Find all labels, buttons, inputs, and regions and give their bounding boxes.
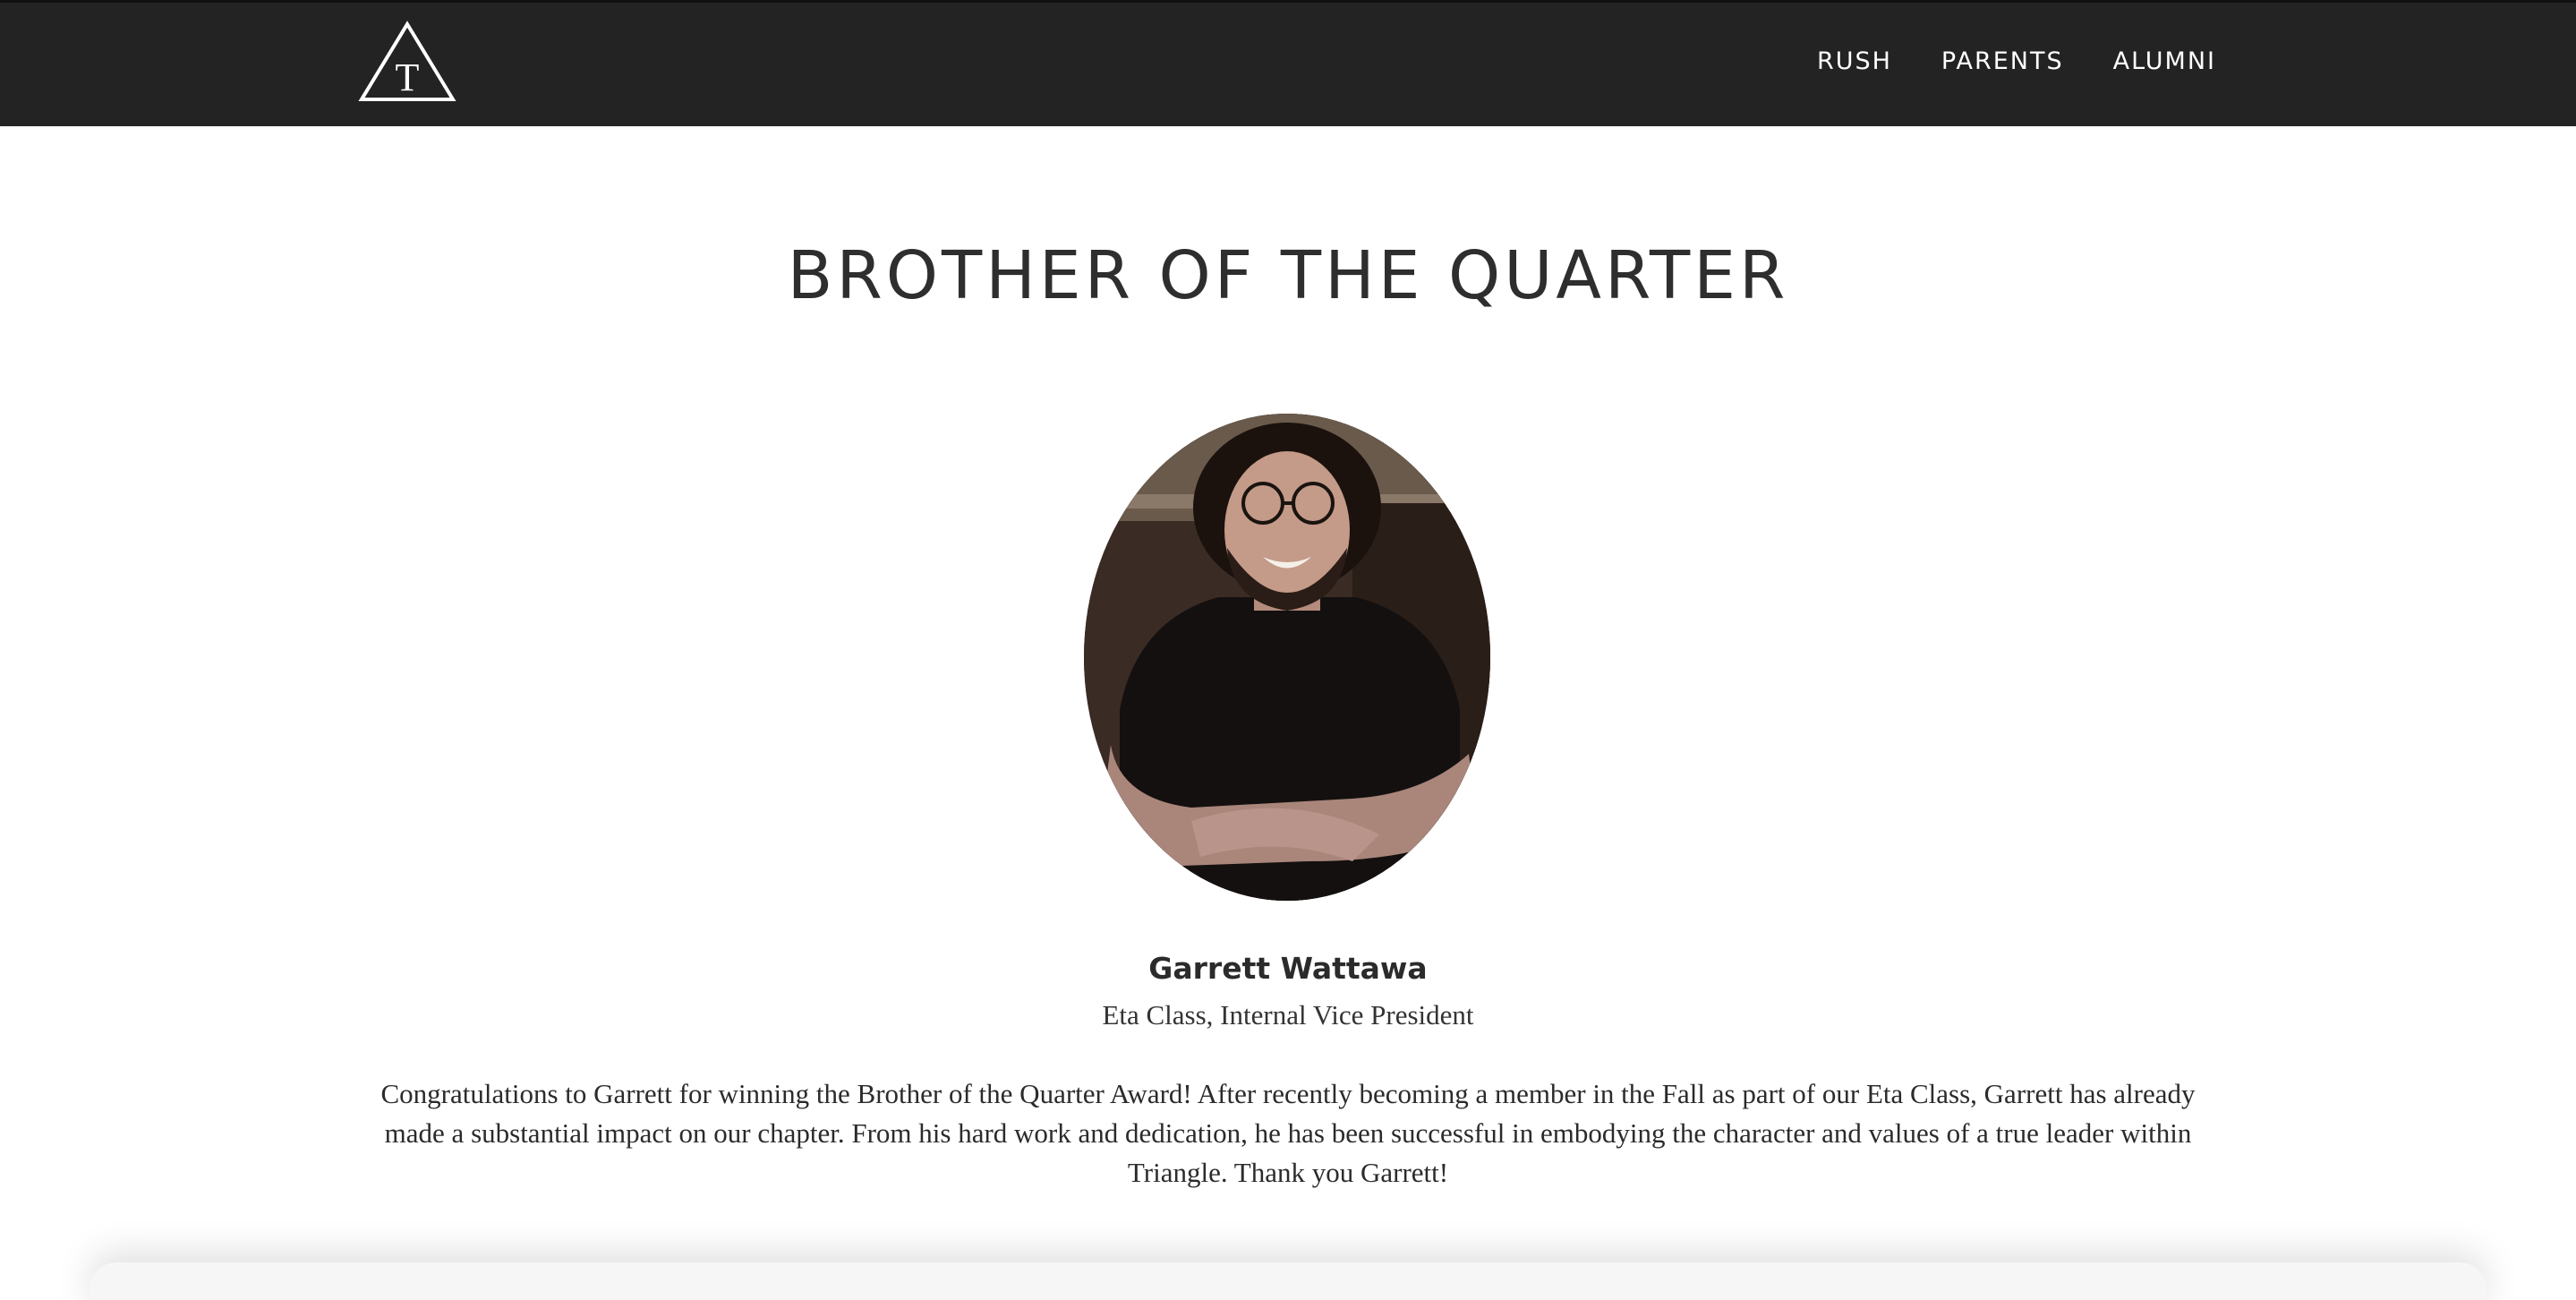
brother-name: Garrett Wattawa (1148, 951, 1428, 986)
logo-letter: T (396, 56, 420, 99)
nav-link-alumni[interactable]: ALUMNI (2113, 47, 2216, 75)
brother-role: Eta Class, Internal Vice President (1102, 999, 1474, 1031)
nav-link-parents[interactable]: PARENTS (1941, 47, 2064, 75)
next-section-edge (90, 1262, 2486, 1300)
nav-menu: RUSH PARENTS ALUMNI (1817, 47, 2216, 75)
top-navbar: T RUSH PARENTS ALUMNI (0, 0, 2576, 126)
nav-link-rush[interactable]: RUSH (1817, 47, 1892, 75)
brother-portrait-image (1084, 414, 1490, 901)
page-title: BROTHER OF THE QUARTER (787, 237, 1789, 314)
triangle-logo-icon[interactable]: T (358, 21, 456, 103)
brother-bio-text: Congratulations to Garrett for winning t… (380, 1078, 2196, 1188)
